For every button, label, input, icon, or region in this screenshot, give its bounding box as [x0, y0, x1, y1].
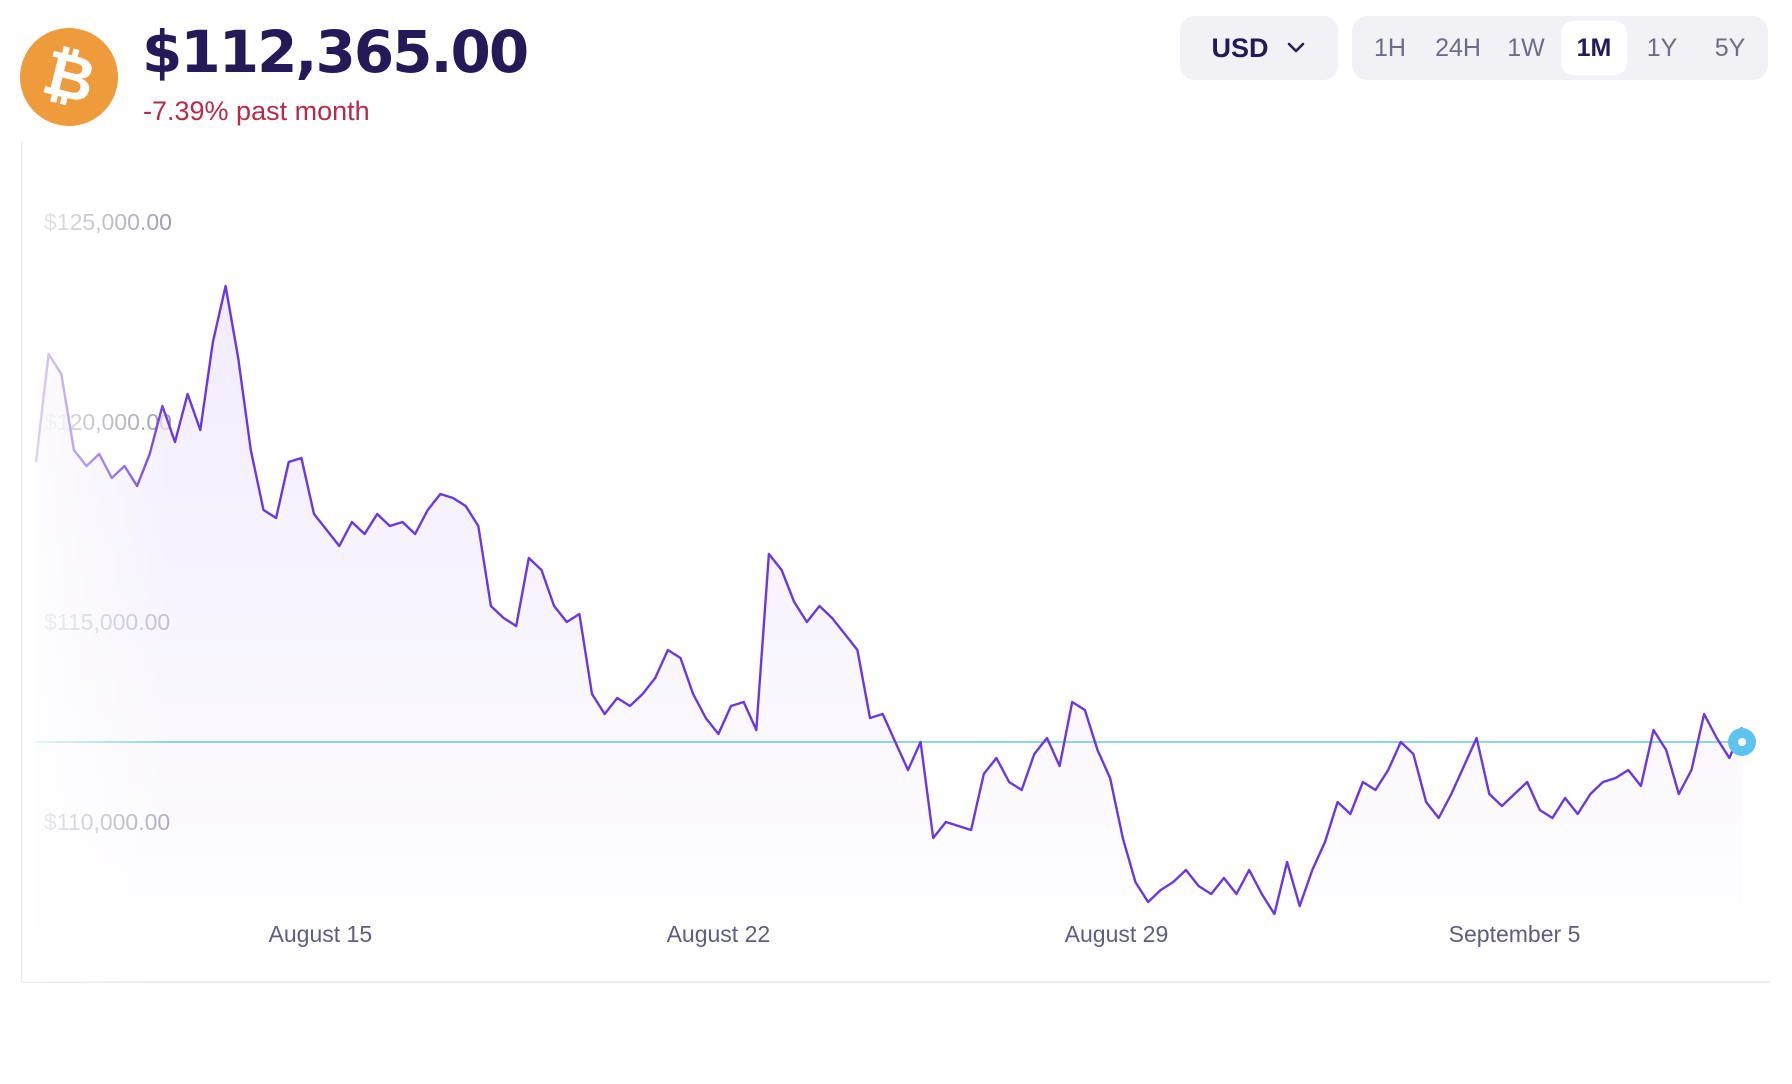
range-tab-1m[interactable]: 1M: [1561, 21, 1627, 75]
chevron-down-stroke: [1287, 42, 1304, 53]
current-price-marker-dot: [1738, 738, 1746, 746]
price-chart: $125,000.00$120,000.00$115,000.00$110,00…: [21, 140, 1770, 983]
range-tab-24h[interactable]: 24H: [1425, 21, 1491, 75]
currency-label: USD: [1211, 32, 1269, 63]
range-tab-5y[interactable]: 5Y: [1697, 21, 1763, 75]
range-tab-1h[interactable]: 1H: [1357, 21, 1423, 75]
chevron-down-icon: [1285, 37, 1307, 59]
price-area: [36, 286, 1742, 982]
current-price: $112,365.00: [142, 18, 529, 86]
range-tab-1w[interactable]: 1W: [1493, 21, 1559, 75]
price-header: ₿ $112,365.00 -7.39% past month USD 1H 2…: [0, 0, 1792, 140]
price-change: -7.39% past month: [143, 96, 370, 126]
left-fade-overlay: [22, 140, 172, 982]
x-tick-label: August 29: [1065, 921, 1169, 947]
currency-select[interactable]: USD: [1180, 16, 1338, 80]
x-tick-label: August 15: [269, 921, 373, 947]
bitcoin-icon: ₿: [20, 28, 118, 126]
bitcoin-glyph: ₿: [35, 34, 103, 119]
range-tab-1y[interactable]: 1Y: [1629, 21, 1695, 75]
x-tick-label: September 5: [1449, 921, 1581, 947]
x-tick-label: August 22: [667, 921, 771, 947]
time-range-tabs: 1H 24H 1W 1M 1Y 5Y: [1352, 16, 1768, 80]
